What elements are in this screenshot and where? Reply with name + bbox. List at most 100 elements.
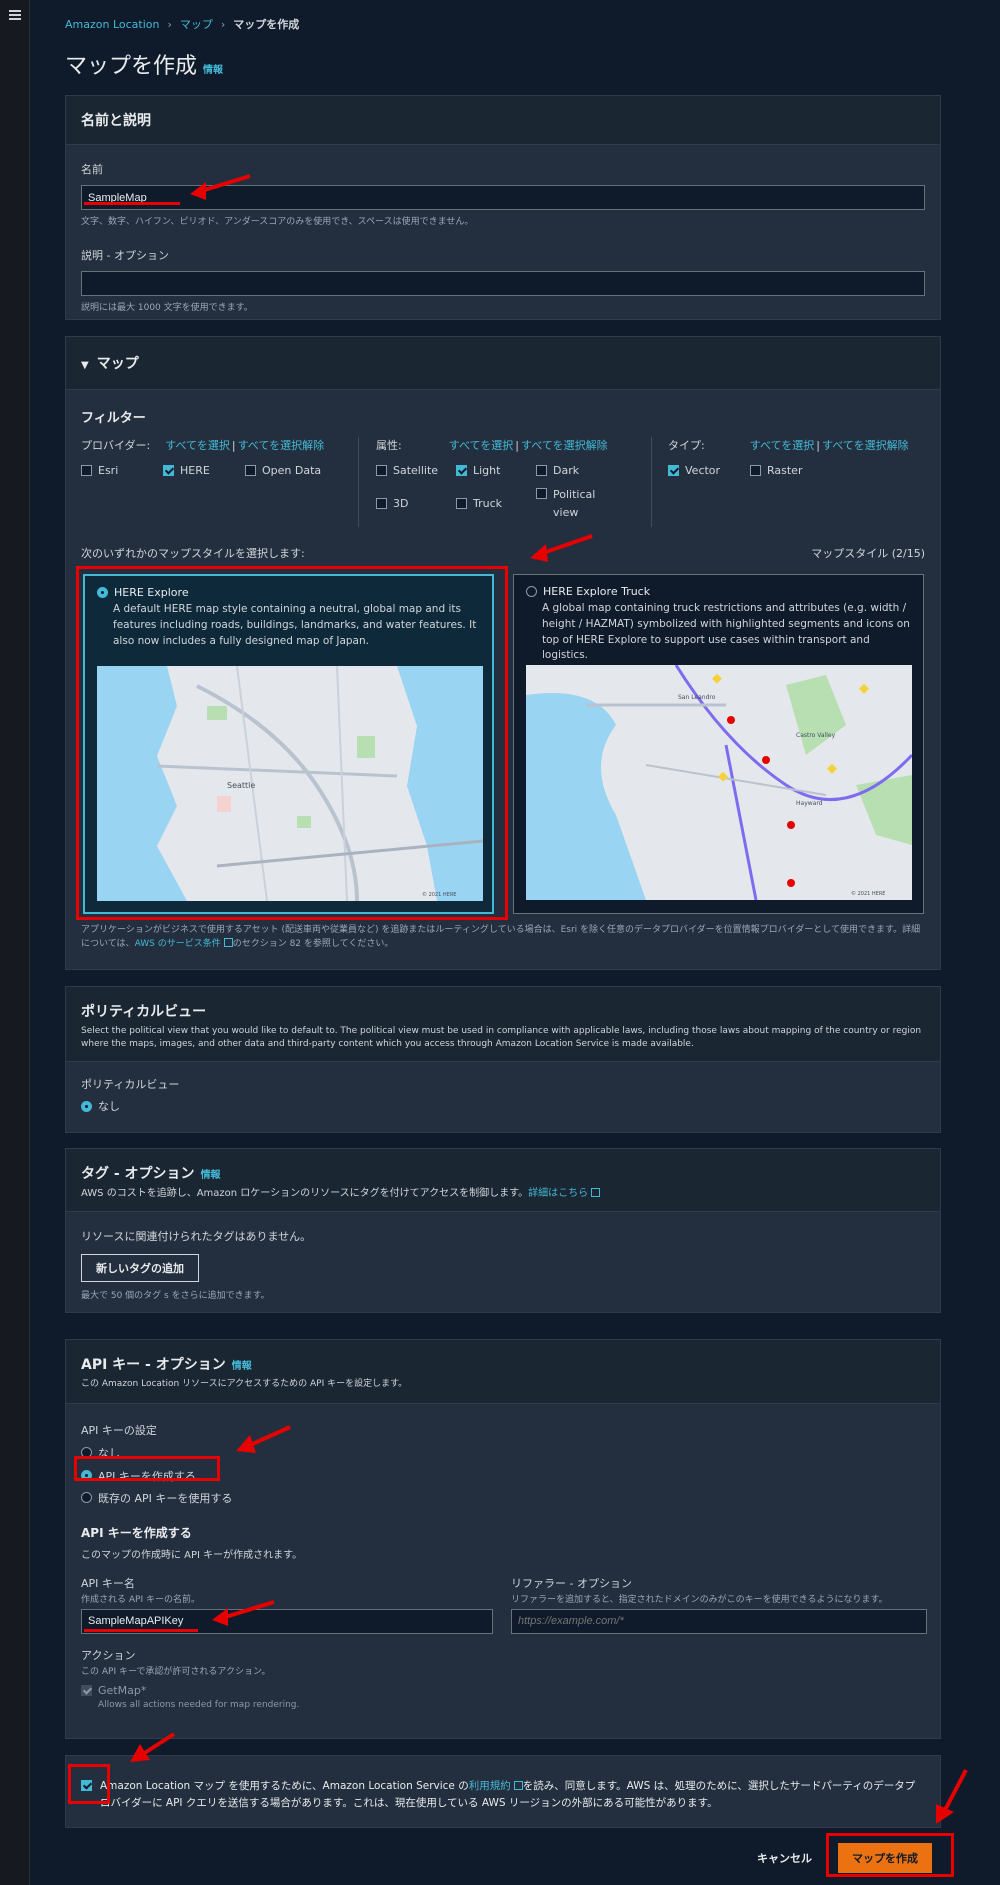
- checkbox[interactable]: [536, 465, 547, 476]
- provider-esri-label: Esri: [98, 464, 119, 477]
- checkbox[interactable]: [456, 498, 467, 510]
- name-description-panel: 名前と説明 名前 文字、数字、ハイフン、ピリオド、アンダースコアのみを使用でき、…: [65, 95, 941, 320]
- referrer-input[interactable]: [511, 1608, 927, 1634]
- provider-label: プロバイダー:: [81, 439, 151, 452]
- annotation-arrow-icon: [190, 174, 251, 200]
- type-vector-label: Vector: [685, 464, 721, 477]
- map-preview-bay-area: San Leandro Castro Valley Hayward © 2021…: [526, 665, 912, 900]
- breadcrumb-current: マップを作成: [233, 18, 300, 31]
- provider-deselect-all[interactable]: すべてを選択解除: [238, 439, 325, 452]
- type-label: タイプ:: [668, 439, 705, 452]
- cancel-button[interactable]: キャンセル: [757, 1850, 812, 1866]
- attribute-truck[interactable]: Truck: [456, 486, 536, 521]
- checkbox[interactable]: [245, 465, 256, 476]
- action-getmap: GetMap*: [81, 1684, 925, 1697]
- terms-link[interactable]: 利用規約: [469, 1780, 523, 1792]
- attribute-light-label: Light: [473, 464, 501, 477]
- checkbox[interactable]: [376, 498, 387, 510]
- agreement-text-1: Amazon Location マップ を使用するために、Amazon Loca…: [100, 1780, 469, 1792]
- agreement-row: Amazon Location マップ を使用するために、Amazon Loca…: [81, 1778, 920, 1812]
- annotation-box: [74, 1456, 220, 1481]
- page-title-text: マップを作成: [65, 54, 198, 79]
- attribute-dark[interactable]: Dark: [536, 464, 616, 477]
- provider-here[interactable]: HERE: [163, 464, 245, 477]
- external-link-icon: [513, 1781, 523, 1790]
- tags-title-text: タグ - オプション: [81, 1166, 195, 1182]
- type-select-all[interactable]: すべてを選択: [750, 439, 815, 452]
- political-label: ポリティカルビュー: [81, 1078, 180, 1092]
- provider-open-data[interactable]: Open Data: [245, 464, 335, 477]
- attribute-dark-label: Dark: [553, 464, 580, 477]
- attribute-3d[interactable]: 3D: [376, 486, 456, 521]
- type-raster[interactable]: Raster: [750, 464, 832, 477]
- provider-esri[interactable]: Esri: [81, 464, 163, 477]
- checkbox[interactable]: [536, 488, 547, 499]
- service-terms-link-text: AWS のサービス条件: [134, 938, 221, 949]
- attribute-filter-header: 属性: すべてを選択 | すべてを選択解除: [376, 437, 608, 453]
- annotation-underline: [84, 1629, 198, 1632]
- annotation-arrow-icon: [212, 1600, 275, 1626]
- breadcrumb-root[interactable]: Amazon Location: [65, 18, 159, 31]
- breadcrumb: Amazon Location › マップ › マップを作成: [65, 16, 299, 32]
- checkbox[interactable]: [163, 465, 174, 476]
- referrer-label: リファラー - オプション: [511, 1576, 632, 1590]
- side-navigation: [0, 0, 30, 1885]
- info-link[interactable]: 情報: [203, 65, 223, 76]
- type-deselect-all[interactable]: すべてを選択解除: [822, 439, 909, 452]
- description-input[interactable]: [81, 271, 925, 296]
- checkbox[interactable]: [456, 465, 467, 476]
- map-preview-image: San Leandro Castro Valley Hayward © 2021…: [526, 665, 912, 900]
- political-option-none[interactable]: なし: [81, 1098, 925, 1114]
- api-key-panel: API キー - オプション 情報 この Amazon Location リソース…: [65, 1339, 941, 1739]
- breadcrumb-parent[interactable]: マップ: [180, 16, 213, 32]
- apikey-title: API キー - オプション 情報: [81, 1354, 925, 1374]
- learn-more-link[interactable]: 詳細はこちら: [528, 1188, 601, 1199]
- attribute-satellite[interactable]: Satellite: [376, 464, 456, 477]
- apikey-option-existing[interactable]: 既存の API キーを使用する: [81, 1490, 925, 1506]
- card-description: A global map containing truck restrictio…: [542, 602, 910, 662]
- annotation-box: [76, 566, 508, 920]
- checkbox: [81, 1684, 92, 1696]
- menu-icon[interactable]: [9, 10, 21, 20]
- attribute-deselect-all[interactable]: すべてを選択解除: [521, 439, 608, 452]
- info-link[interactable]: 情報: [232, 1361, 252, 1372]
- separator: |: [816, 439, 821, 452]
- attribute-select-all[interactable]: すべてを選択: [449, 439, 514, 452]
- learn-more-link-text: 詳細はこちら: [528, 1188, 589, 1199]
- action-getmap-desc: Allows all actions needed for map render…: [98, 1699, 300, 1710]
- agreement-text: Amazon Location マップ を使用するために、Amazon Loca…: [100, 1778, 920, 1812]
- add-tag-button[interactable]: 新しいタグの追加: [81, 1254, 199, 1282]
- agreement-panel: Amazon Location マップ を使用するために、Amazon Loca…: [65, 1755, 941, 1828]
- apikey-settings-label: API キーの設定: [81, 1423, 157, 1437]
- type-filter-header: タイプ: すべてを選択 | すべてを選択解除: [668, 437, 909, 453]
- apikey-option-label: 既存の API キーを使用する: [98, 1491, 233, 1505]
- attribute-3d-label: 3D: [393, 497, 409, 511]
- provider-open-data-label: Open Data: [262, 464, 322, 477]
- radio[interactable]: [526, 586, 537, 597]
- info-link[interactable]: 情報: [201, 1170, 221, 1181]
- action-getmap-label: GetMap*: [98, 1683, 147, 1697]
- attribute-light[interactable]: Light: [456, 464, 536, 477]
- checkbox[interactable]: [668, 465, 679, 476]
- name-hint: 文字、数字、ハイフン、ピリオド、アンダースコアのみを使用でき、スペースは使用でき…: [81, 217, 474, 227]
- type-raster-label: Raster: [767, 464, 803, 477]
- political-title: ポリティカルビュー: [81, 1004, 207, 1020]
- provider-select-all[interactable]: すべてを選択: [165, 439, 230, 452]
- card-title: HERE Explore Truck: [543, 585, 651, 598]
- tags-title: タグ - オプション 情報: [81, 1163, 925, 1183]
- checkbox[interactable]: [81, 465, 92, 476]
- checkbox[interactable]: [376, 465, 387, 476]
- map-panel-title[interactable]: ▼ マップ: [81, 353, 925, 373]
- map-style-card-here-explore-truck[interactable]: HERE Explore Truck A global map containi…: [513, 574, 924, 914]
- checkbox[interactable]: [750, 465, 761, 476]
- radio[interactable]: [81, 1100, 92, 1112]
- annotation-arrow-icon: [130, 1732, 176, 1762]
- radio[interactable]: [81, 1492, 92, 1504]
- provider-options: Esri HERE Open Data: [81, 464, 335, 477]
- apikey-name-label: API キー名: [81, 1576, 135, 1590]
- map-copyright: © 2021 HERE: [851, 890, 885, 897]
- type-vector[interactable]: Vector: [668, 464, 750, 477]
- annotation-underline: [84, 202, 180, 205]
- service-terms-link[interactable]: AWS のサービス条件: [134, 937, 233, 949]
- attribute-political-view[interactable]: Political view: [536, 486, 616, 521]
